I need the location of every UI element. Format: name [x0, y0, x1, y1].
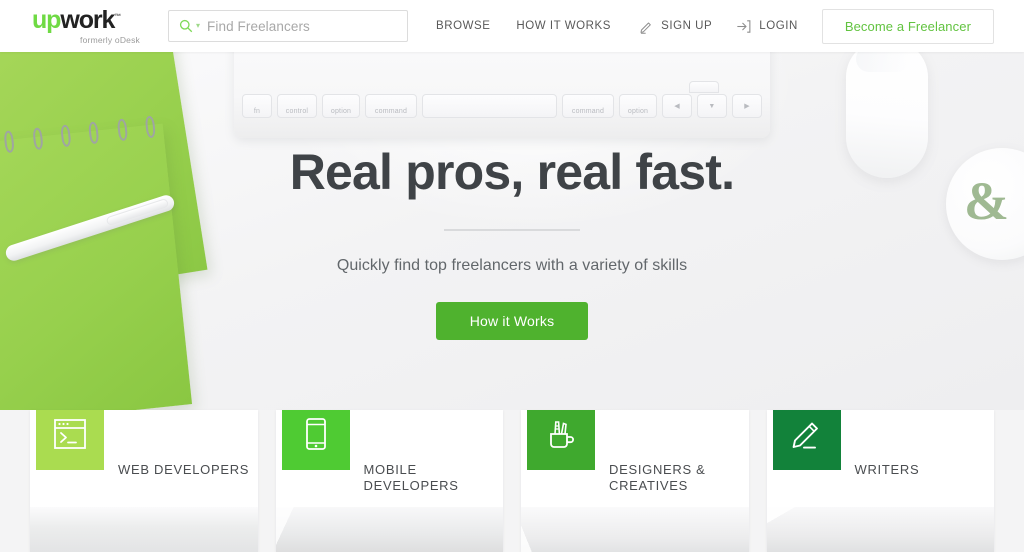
become-a-freelancer-button[interactable]: Become a Freelancer [821, 8, 994, 44]
category-card-writers[interactable]: WRITERS [766, 410, 994, 552]
card-photo [766, 507, 994, 552]
main-navigation: BROWSE HOW IT WORKS SIGN UP LOGIN Become… [436, 8, 994, 44]
site-header: upwork™ formerly oDesk ▾ Find Freelancer… [0, 0, 1024, 52]
pencil-icon [790, 417, 824, 456]
hero-content: Real pros, real fast. Quickly find top f… [0, 52, 1024, 340]
category-icon-tile [36, 410, 104, 470]
category-label: WRITERS [854, 462, 920, 477]
category-card-web-developers[interactable]: WEB DEVELOPERS [30, 410, 258, 552]
category-card-designers-creatives[interactable]: DESIGNERS & CREATIVES [521, 410, 749, 552]
category-card-mobile-developers[interactable]: MOBILE DEVELOPERS [275, 410, 503, 552]
hero-headline: Real pros, real fast. [289, 144, 735, 200]
card-photo [521, 507, 749, 552]
upwork-homepage: upwork™ formerly oDesk ▾ Find Freelancer… [0, 0, 1024, 552]
card-photo [275, 507, 503, 552]
logo-work-text: work [60, 5, 115, 34]
nav-item-login[interactable]: LOGIN [736, 19, 798, 34]
login-label: LOGIN [759, 20, 798, 32]
smartphone-icon [303, 417, 329, 456]
logo-up-text: up [32, 5, 61, 34]
sign-up-label: SIGN UP [661, 20, 713, 32]
how-it-works-button[interactable]: How it Works [435, 301, 589, 340]
logo-trademark: ™ [114, 13, 122, 21]
chevron-down-icon[interactable]: ▾ [196, 22, 200, 30]
search-input[interactable]: ▾ Find Freelancers [168, 10, 408, 42]
logo-tagline: formerly oDesk [80, 34, 140, 45]
category-icon-tile [281, 410, 350, 470]
category-cards: WEB DEVELOPERS MOBILE DEVELOPERS DESIGNE… [0, 410, 1024, 552]
account-navigation: SIGN UP LOGIN Become a Freelancer [639, 8, 994, 44]
terminal-window-icon [53, 418, 87, 455]
pencil-cup-icon [544, 417, 578, 456]
upwork-logo[interactable]: upwork™ formerly oDesk [32, 5, 142, 45]
nav-item-how-it-works[interactable]: HOW IT WORKS [516, 20, 611, 32]
search-placeholder-text: Find Freelancers [207, 18, 310, 34]
card-photo [30, 507, 258, 552]
hero-subtitle: Quickly find top freelancers with a vari… [336, 256, 688, 274]
category-icon-tile [527, 410, 595, 470]
category-icon-tile [772, 410, 841, 470]
nav-item-sign-up[interactable]: SIGN UP [639, 19, 712, 34]
nav-item-browse[interactable]: BROWSE [436, 20, 490, 32]
login-arrow-icon [736, 19, 752, 34]
search-icon [179, 19, 193, 33]
hero-divider [444, 228, 580, 231]
category-label: MOBILE DEVELOPERS [363, 462, 459, 493]
hero-section: fn control option command command option… [0, 52, 1024, 410]
logo-wordmark: upwork™ [32, 5, 122, 34]
category-label: DESIGNERS & CREATIVES [609, 462, 706, 493]
pencil-icon [639, 19, 654, 34]
category-label: WEB DEVELOPERS [118, 462, 250, 477]
